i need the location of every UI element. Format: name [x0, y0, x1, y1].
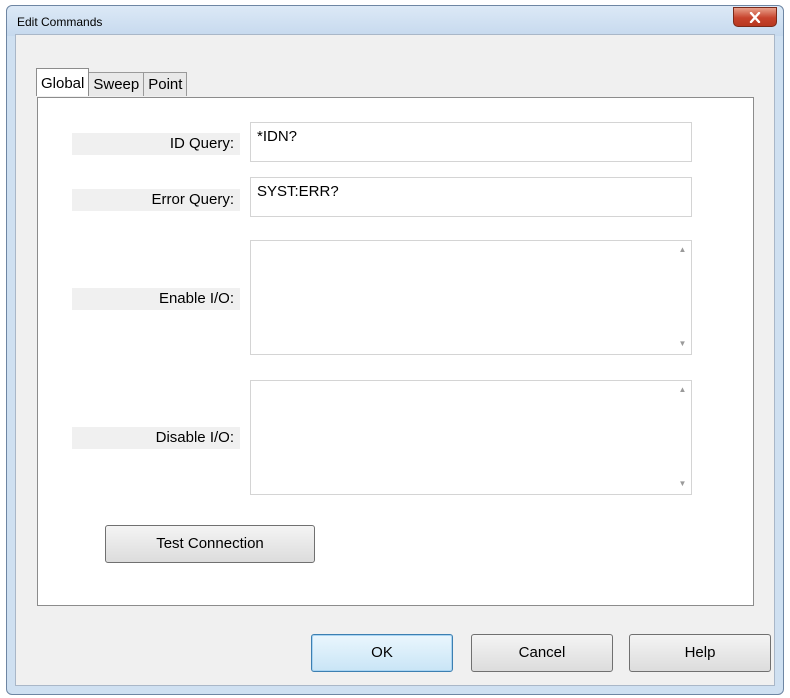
- tab-point[interactable]: Point: [143, 72, 188, 96]
- disable-io-scrollbar[interactable]: ▲ ▼: [674, 381, 691, 494]
- cancel-button[interactable]: Cancel: [471, 634, 613, 672]
- edit-commands-dialog: Edit Commands Global Sweep Point ID Quer…: [6, 5, 784, 695]
- close-button[interactable]: [733, 7, 777, 27]
- title-bar[interactable]: Edit Commands: [7, 6, 783, 36]
- dialog-client-area: Global Sweep Point ID Query: *IDN? Error…: [15, 34, 775, 686]
- error-query-input[interactable]: SYST:ERR?: [250, 177, 692, 217]
- id-query-input[interactable]: *IDN?: [250, 122, 692, 162]
- disable-io-textarea[interactable]: ▲ ▼: [250, 380, 692, 495]
- global-tab-panel: ID Query: *IDN? Error Query: SYST:ERR? E…: [37, 97, 754, 606]
- enable-io-textarea[interactable]: ▲ ▼: [250, 240, 692, 355]
- scroll-up-arrow-icon[interactable]: ▲: [678, 245, 687, 254]
- error-query-label: Error Query:: [72, 189, 240, 211]
- enable-io-label: Enable I/O:: [72, 288, 240, 310]
- window-title: Edit Commands: [17, 15, 103, 29]
- scroll-down-arrow-icon[interactable]: ▼: [678, 479, 687, 488]
- id-query-label: ID Query:: [72, 133, 240, 155]
- tab-strip: Global Sweep Point: [36, 68, 188, 96]
- test-connection-button[interactable]: Test Connection: [105, 525, 315, 563]
- tab-sweep[interactable]: Sweep: [88, 72, 145, 96]
- error-query-value: SYST:ERR?: [257, 183, 339, 200]
- close-icon: [749, 11, 761, 23]
- tab-global[interactable]: Global: [36, 68, 90, 96]
- scroll-up-arrow-icon[interactable]: ▲: [678, 385, 687, 394]
- disable-io-label: Disable I/O:: [72, 427, 240, 449]
- enable-io-scrollbar[interactable]: ▲ ▼: [674, 241, 691, 354]
- help-button[interactable]: Help: [629, 634, 771, 672]
- ok-button[interactable]: OK: [311, 634, 453, 672]
- scroll-down-arrow-icon[interactable]: ▼: [678, 339, 687, 348]
- id-query-value: *IDN?: [257, 128, 298, 145]
